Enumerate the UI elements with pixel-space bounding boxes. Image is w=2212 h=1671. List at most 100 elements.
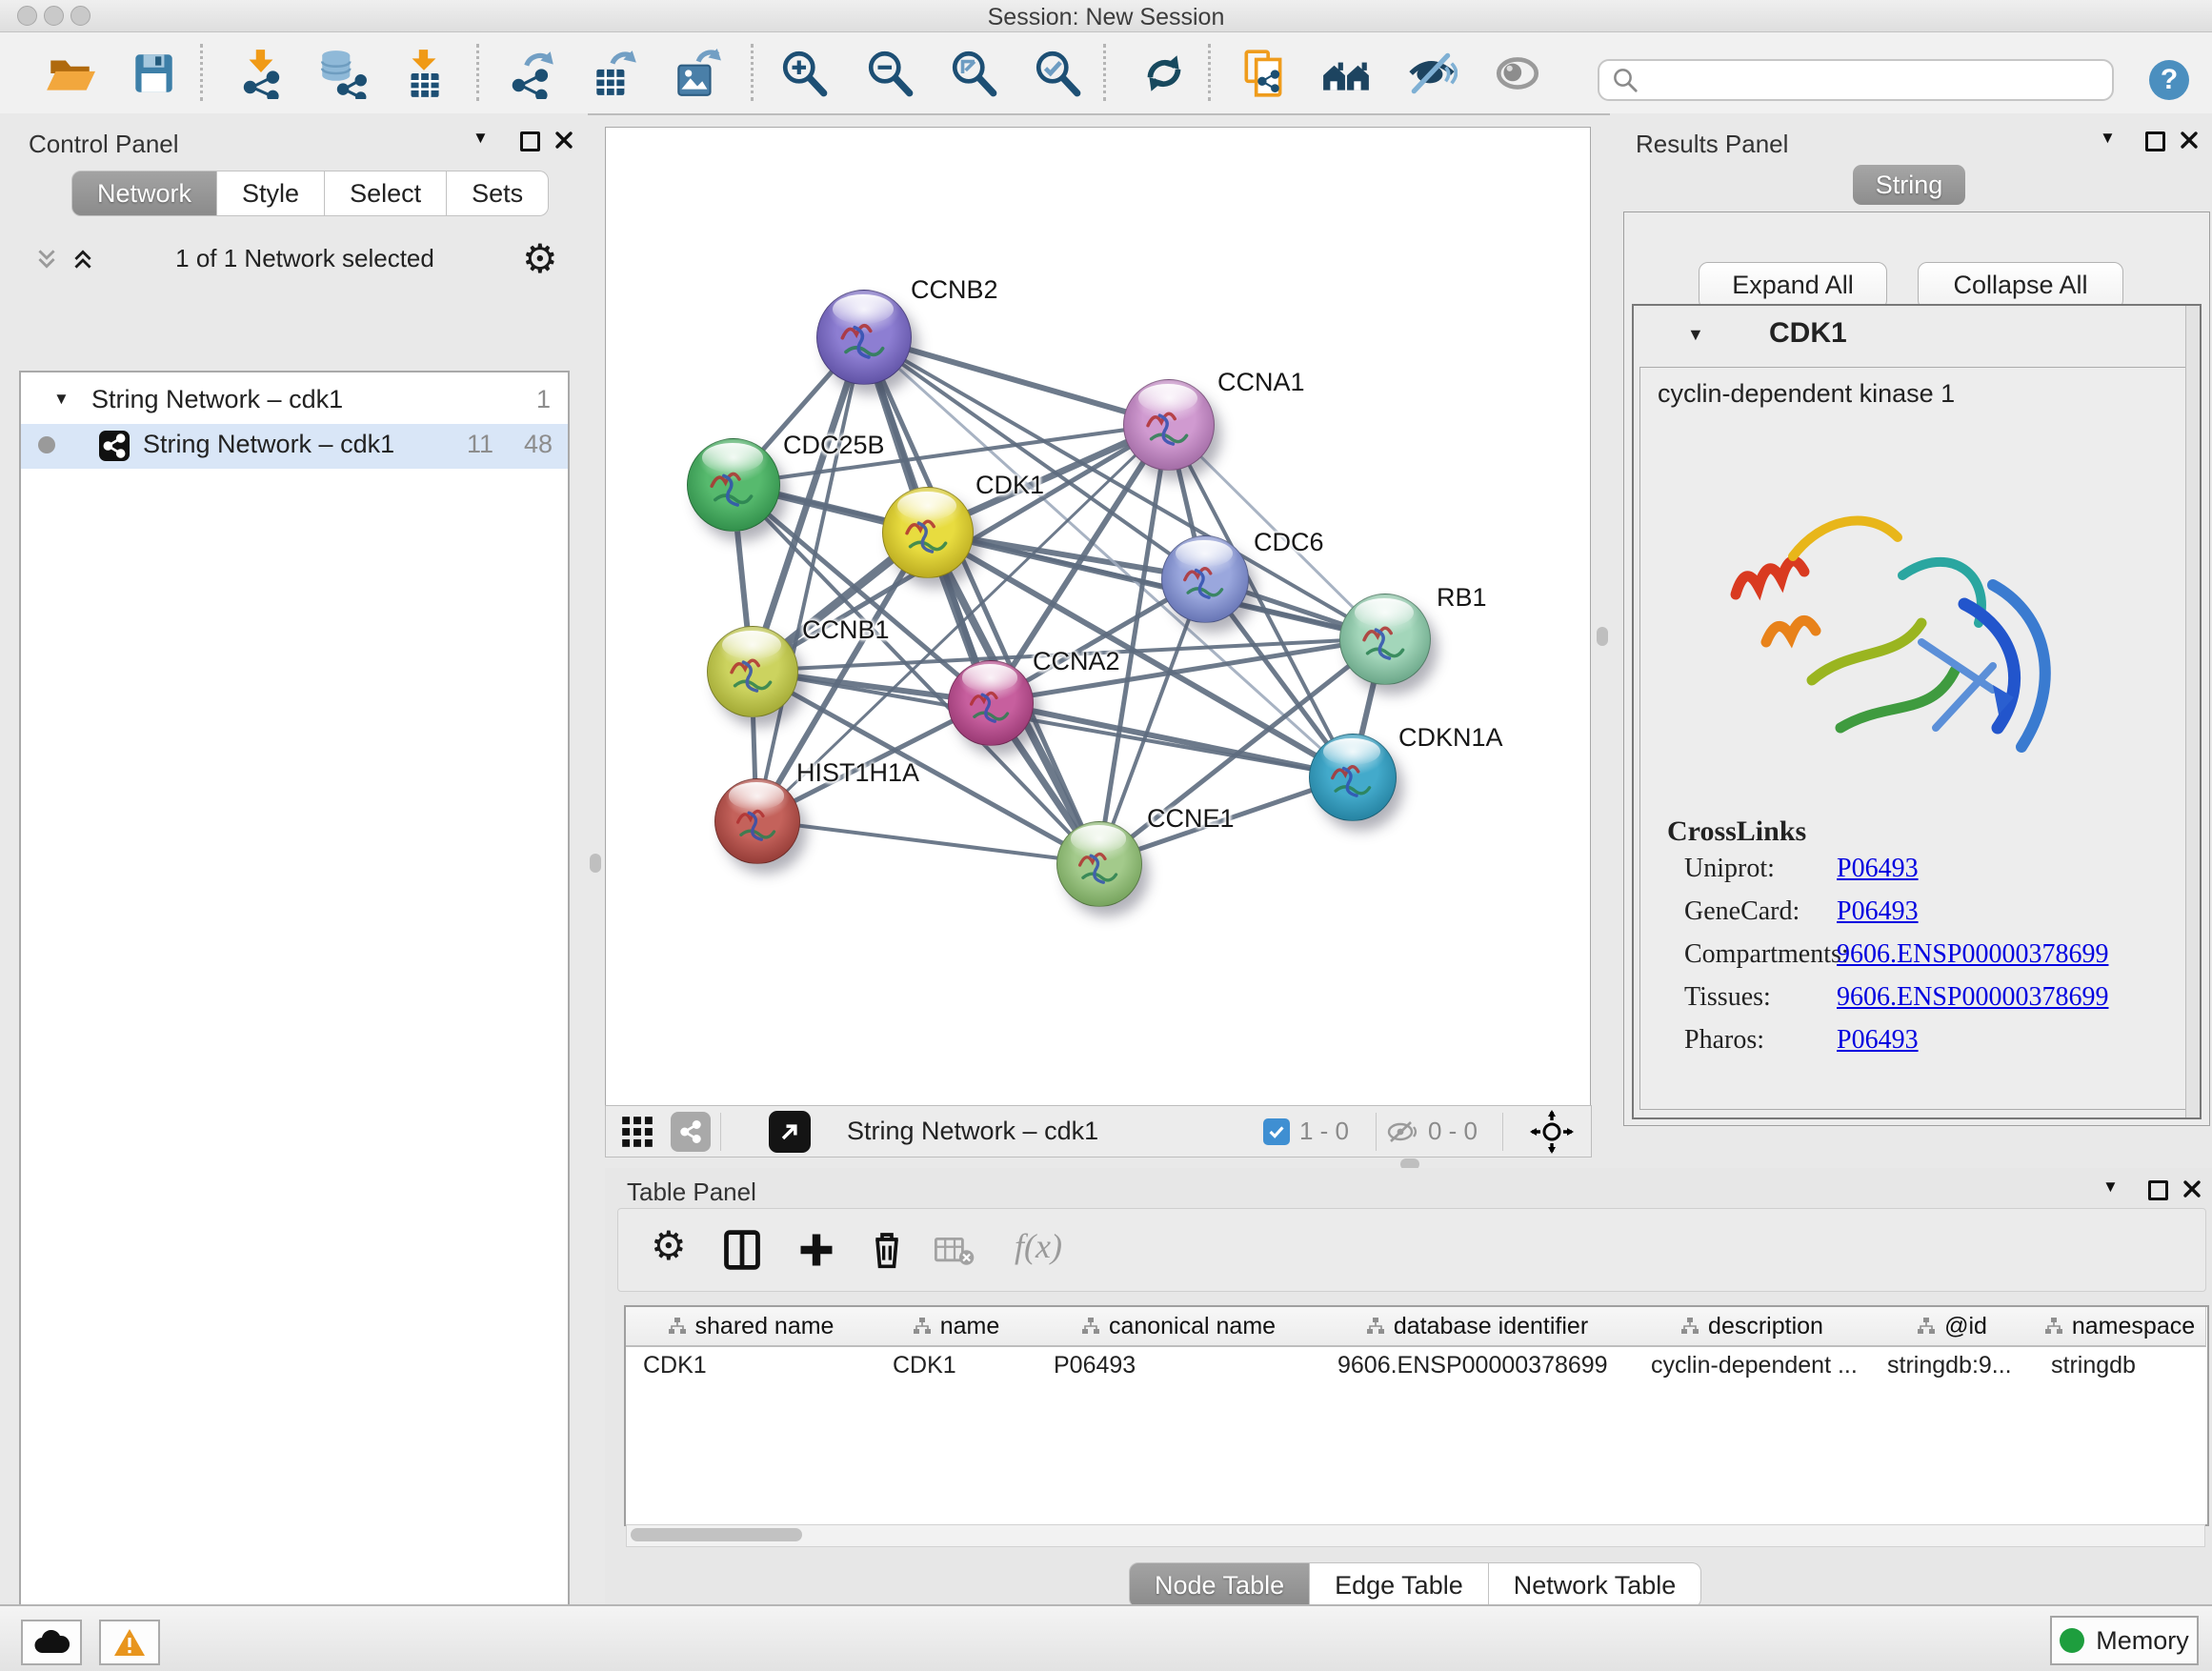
export-image-icon[interactable]	[671, 48, 722, 99]
cloud-status-button[interactable]	[21, 1620, 82, 1665]
column-header-namespace[interactable]: namespace	[2034, 1307, 2206, 1347]
import-network-database-icon[interactable]	[316, 48, 368, 99]
memory-label: Memory	[2096, 1626, 2189, 1656]
zoom-selected-icon[interactable]	[1033, 48, 1084, 99]
column-header-canonical-name[interactable]: canonical name	[1036, 1307, 1321, 1347]
crosslink-value-link[interactable]: 9606.ENSP00000378699	[1837, 982, 2108, 1013]
save-session-icon[interactable]	[128, 48, 179, 99]
table-cell[interactable]: CDK1	[626, 1347, 875, 1383]
crosslink-value-link[interactable]: P06493	[1837, 854, 1919, 884]
control-tab-style[interactable]: Style	[217, 171, 325, 216]
window-title: Session: New Session	[0, 4, 2212, 31]
network-node-ccnb1[interactable]	[707, 626, 796, 715]
table-options-gear-icon[interactable]: ⚙	[651, 1226, 687, 1266]
table-cell[interactable]: CDK1	[875, 1347, 1036, 1383]
network-node-ccna1[interactable]	[1123, 379, 1213, 469]
current-network-title: String Network – cdk1	[847, 1117, 1098, 1146]
control-tab-network[interactable]: Network	[71, 171, 217, 216]
control-tab-sets[interactable]: Sets	[447, 171, 549, 216]
panel-float-icon[interactable]	[2145, 131, 2165, 151]
tree-expander-icon[interactable]: ▼	[53, 390, 70, 409]
column-header-shared-name[interactable]: shared name	[626, 1307, 876, 1347]
network-collection-row[interactable]: ▼ String Network – cdk1 1	[21, 382, 568, 427]
network-node-hist1h1a[interactable]	[714, 778, 798, 862]
export-table-icon[interactable]	[589, 48, 640, 99]
search-field[interactable]	[1598, 59, 2114, 101]
table-cell[interactable]: stringdb	[2034, 1347, 2205, 1383]
network-node-cdk1[interactable]	[882, 487, 972, 576]
table-tab-edge-table[interactable]: Edge Table	[1310, 1562, 1489, 1608]
grid-view-icon[interactable]	[619, 1114, 655, 1150]
panel-close-icon[interactable]	[2182, 1179, 2202, 1198]
delete-column-icon[interactable]	[868, 1226, 906, 1272]
network-node-cdkn1a[interactable]	[1309, 734, 1395, 819]
warnings-button[interactable]	[99, 1620, 160, 1665]
selected-indicator-checkbox[interactable]	[1263, 1118, 1290, 1145]
network-options-gear-icon[interactable]: ⚙	[522, 239, 558, 279]
column-header-name[interactable]: name	[875, 1307, 1037, 1347]
network-view-canvas[interactable]: CCNB2CCNA1CDC25BCDK1CDC6RB1CCNB1CCNA2CDK…	[605, 127, 1591, 1107]
control-tab-select[interactable]: Select	[325, 171, 447, 216]
sphere-gloss	[1176, 540, 1232, 568]
open-file-icon[interactable]	[44, 48, 95, 99]
panel-menu-icon[interactable]: ▼	[2100, 129, 2116, 148]
right-splitter-handle[interactable]	[1597, 627, 1608, 646]
show-columns-icon[interactable]	[721, 1228, 763, 1272]
node-label: CDKN1A	[1398, 723, 1503, 753]
panel-close-icon[interactable]	[2180, 131, 2199, 150]
column-header-description[interactable]: description	[1634, 1307, 1871, 1347]
clone-network-icon[interactable]	[1238, 48, 1290, 99]
expand-all-button[interactable]: Expand All	[1699, 262, 1887, 310]
hide-selected-icon[interactable]	[1406, 48, 1458, 99]
help-icon[interactable]: ?	[2147, 58, 2191, 102]
results-scrollbar[interactable]	[2185, 306, 2200, 1117]
collapse-all-button[interactable]: Collapse All	[1918, 262, 2123, 310]
left-splitter-handle[interactable]	[590, 854, 601, 873]
panel-float-icon[interactable]	[2148, 1180, 2168, 1200]
collapse-protein-icon[interactable]: ▼	[1687, 325, 1704, 345]
memory-button[interactable]: Memory	[2050, 1616, 2199, 1665]
create-column-icon[interactable]	[795, 1228, 837, 1272]
zoom-out-icon[interactable]	[865, 48, 916, 99]
zoom-fit-icon[interactable]	[949, 48, 1000, 99]
hidden-eye-slash-icon	[1386, 1118, 1420, 1145]
toggle-details-icon[interactable]	[1492, 48, 1543, 99]
crosslink-value-link[interactable]: P06493	[1837, 1025, 1919, 1056]
import-table-icon[interactable]	[398, 48, 450, 99]
table-tab-node-table[interactable]: Node Table	[1129, 1562, 1310, 1608]
import-network-icon[interactable]	[236, 48, 288, 99]
panel-menu-icon[interactable]: ▼	[2102, 1178, 2119, 1197]
network-overview-icon[interactable]	[671, 1112, 711, 1152]
fit-selected-crosshair-icon[interactable]	[1530, 1110, 1574, 1154]
column-header-database-identifier[interactable]: database identifier	[1320, 1307, 1635, 1347]
refresh-icon[interactable]	[1138, 48, 1190, 99]
panel-menu-icon[interactable]: ▼	[473, 129, 489, 148]
panel-close-icon[interactable]	[554, 131, 573, 150]
network-node-ccna2[interactable]	[948, 660, 1032, 744]
network-node-ccnb2[interactable]	[816, 290, 910, 383]
crosslink-value-link[interactable]: 9606.ENSP00000378699	[1837, 939, 2108, 970]
network-node-rb1[interactable]	[1339, 594, 1429, 683]
show-all-nodes-icon[interactable]	[1320, 48, 1372, 99]
zoom-in-icon[interactable]	[779, 48, 831, 99]
search-input[interactable]	[1647, 64, 2112, 96]
table-tab-network-table[interactable]: Network Table	[1489, 1562, 1702, 1608]
expand-all-icon[interactable]	[70, 247, 95, 272]
table-cell[interactable]: P06493	[1036, 1347, 1320, 1383]
export-network-icon[interactable]	[507, 48, 558, 99]
collapse-all-icon[interactable]	[34, 247, 59, 272]
table-cell[interactable]: 9606.ENSP00000378699	[1320, 1347, 1634, 1383]
column-header--id[interactable]: @id	[1870, 1307, 2035, 1347]
table-cell[interactable]: stringdb:9...	[1870, 1347, 2034, 1383]
scrollbar-thumb[interactable]	[631, 1528, 802, 1541]
birds-eye-view-icon[interactable]	[769, 1111, 811, 1153]
results-tab-string[interactable]: String	[1853, 165, 1965, 205]
panel-float-icon[interactable]	[520, 131, 540, 151]
network-node-cdc25b[interactable]	[687, 438, 778, 530]
crosslink-value-link[interactable]: P06493	[1837, 896, 1919, 927]
table-cell[interactable]: cyclin-dependent ...	[1634, 1347, 1870, 1383]
network-node-cdc6[interactable]	[1161, 535, 1247, 621]
network-node-ccne1[interactable]	[1056, 821, 1140, 905]
table-horizontal-scrollbar[interactable]	[626, 1524, 2205, 1547]
network-row-selected[interactable]: String Network – cdk1 11 48	[21, 424, 568, 469]
